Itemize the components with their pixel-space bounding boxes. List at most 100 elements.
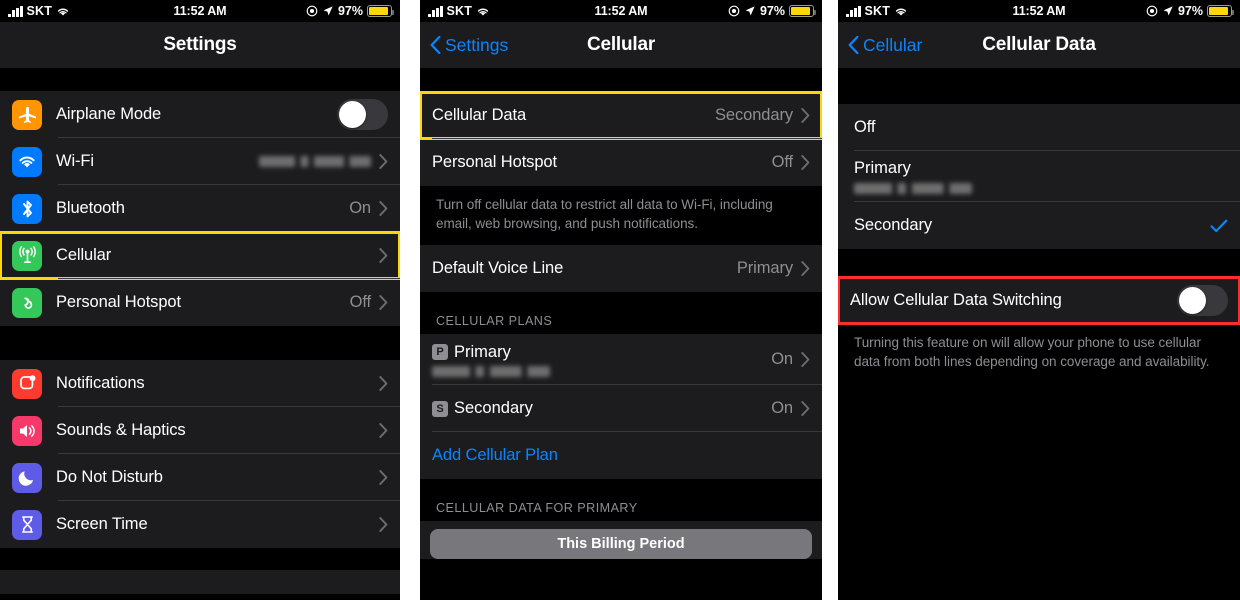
- sidebar-item-label: Cellular: [56, 246, 112, 264]
- sidebar-item-label: Screen Time: [56, 515, 148, 533]
- row-plan-secondary[interactable]: S Secondary On: [420, 385, 822, 433]
- status-bar-right: 97%: [728, 4, 817, 18]
- add-cellular-plan-button[interactable]: Add Cellular Plan: [420, 432, 822, 479]
- wifi-icon: [57, 8, 69, 16]
- plan-badge-secondary-icon: S: [432, 400, 448, 417]
- option-label: Primary: [854, 159, 911, 177]
- airplane-icon: [12, 99, 42, 130]
- row-personal-hotspot[interactable]: Personal Hotspot Off: [420, 139, 822, 186]
- battery-percent: 97%: [337, 4, 363, 18]
- section-header-cellular-data-for-primary: CELLULAR DATA FOR PRIMARY: [420, 479, 822, 522]
- plan-badge-primary-icon: P: [432, 344, 448, 361]
- spacer: [0, 548, 400, 570]
- allow-data-switching-group: Allow Cellular Data Switching: [838, 276, 1240, 325]
- chevron-right-icon: [379, 470, 388, 485]
- settings-group-connectivity: Airplane Mode Wi-Fi Bluetooth On Cellula…: [0, 91, 400, 326]
- sidebar-item-wifi[interactable]: Wi-Fi: [0, 138, 400, 185]
- status-bar-left: SKT: [8, 4, 70, 18]
- sidebar-item-do-not-disturb[interactable]: Do Not Disturb: [0, 454, 400, 501]
- battery-percent: 97%: [759, 4, 785, 18]
- option-primary[interactable]: Primary: [838, 151, 1240, 202]
- add-plan-label: Add Cellular Plan: [432, 446, 558, 465]
- sidebar-item-notifications[interactable]: Notifications: [0, 360, 400, 407]
- battery-icon: [789, 5, 817, 17]
- alarm-icon: [306, 5, 318, 17]
- chevron-right-icon: [379, 201, 388, 216]
- cellular-antenna-icon: [12, 240, 42, 271]
- chevron-right-icon: [801, 352, 810, 368]
- sidebar-item-label: Wi-Fi: [56, 152, 94, 170]
- option-label: Off: [854, 118, 876, 136]
- plan-title-row: S Secondary: [432, 399, 771, 418]
- chevron-right-icon: [379, 248, 388, 263]
- sounds-haptics-icon: [12, 415, 42, 446]
- allow-data-switching-toggle[interactable]: [1177, 285, 1228, 316]
- wifi-icon: [895, 8, 907, 16]
- chevron-right-icon: [801, 108, 810, 123]
- option-secondary[interactable]: Secondary: [838, 202, 1240, 249]
- row-cellular-data[interactable]: Cellular Data Secondary: [420, 91, 822, 140]
- chevron-right-icon: [379, 517, 388, 532]
- location-arrow-icon: [1163, 6, 1173, 16]
- spacer: [838, 249, 1240, 277]
- chevron-right-icon: [379, 295, 388, 310]
- row-default-voice-line[interactable]: Default Voice Line Primary: [420, 245, 822, 292]
- status-bar-right: 97%: [1146, 4, 1235, 18]
- signal-bars-icon: [8, 5, 23, 17]
- wifi-icon: [477, 8, 489, 16]
- row-plan-primary[interactable]: P Primary On: [420, 334, 822, 386]
- navbar-panel1: Settings: [0, 22, 400, 68]
- sidebar-item-label: Sounds & Haptics: [56, 421, 186, 439]
- panel-gap: [400, 0, 420, 600]
- navbar-panel3: Cellular Cellular Data: [838, 22, 1240, 68]
- plan-value: On: [771, 399, 793, 418]
- row-label: Personal Hotspot: [432, 153, 557, 171]
- back-button-label: Settings: [445, 34, 509, 55]
- section-header-cellular-plans: CELLULAR PLANS: [420, 292, 822, 335]
- sidebar-item-personal-hotspot[interactable]: Personal Hotspot Off: [0, 279, 400, 326]
- location-arrow-icon: [323, 6, 333, 16]
- cellular-plans-group: P Primary On S Secondary On Add Cellular…: [420, 334, 822, 480]
- cellular-data-group: Cellular Data Secondary Personal Hotspot…: [420, 91, 822, 186]
- back-button-cellular[interactable]: Cellular: [848, 35, 922, 56]
- airplane-mode-toggle[interactable]: [337, 99, 388, 130]
- switching-footnote: Turning this feature on will allow your …: [838, 324, 1240, 384]
- carrier-name: SKT: [446, 4, 473, 18]
- chevron-right-icon: [801, 401, 810, 417]
- notifications-icon: [12, 368, 42, 399]
- chevron-right-icon: [801, 261, 810, 277]
- cellular-data-options-group: Off Primary Secondary: [838, 104, 1240, 249]
- bluetooth-icon: [12, 193, 42, 224]
- alarm-icon: [1146, 5, 1158, 17]
- sidebar-item-sounds-haptics[interactable]: Sounds & Haptics: [0, 407, 400, 454]
- hotspot-value: Off: [349, 293, 372, 311]
- battery-percent: 97%: [1177, 4, 1203, 18]
- alarm-icon: [728, 5, 740, 17]
- billing-period-segment[interactable]: This Billing Period: [430, 529, 812, 560]
- row-allow-cellular-data-switching[interactable]: Allow Cellular Data Switching: [838, 277, 1240, 324]
- sidebar-item-label: Personal Hotspot: [56, 293, 181, 311]
- carrier-name: SKT: [864, 4, 891, 18]
- spacer: [838, 68, 1240, 104]
- signal-bars-icon: [428, 5, 443, 17]
- chevron-right-icon: [379, 154, 388, 169]
- sidebar-item-cellular[interactable]: Cellular: [0, 231, 400, 280]
- navbar-panel2: Settings Cellular: [420, 22, 822, 68]
- plan-title-row: P Primary: [432, 343, 771, 362]
- status-bar-left: SKT: [846, 4, 908, 18]
- signal-bars-icon: [846, 5, 861, 17]
- panel-gap: [822, 0, 838, 600]
- screen-time-icon: [12, 509, 42, 540]
- option-off[interactable]: Off: [838, 104, 1240, 151]
- option-label: Secondary: [854, 216, 932, 234]
- sidebar-item-screen-time[interactable]: Screen Time: [0, 501, 400, 548]
- chevron-left-icon: [430, 36, 441, 54]
- wifi-icon: [12, 146, 42, 177]
- plan-subtitle-redacted: [432, 365, 550, 377]
- sidebar-item-airplane-mode[interactable]: Airplane Mode: [0, 91, 400, 138]
- sidebar-item-bluetooth[interactable]: Bluetooth On: [0, 185, 400, 232]
- back-button-settings[interactable]: Settings: [430, 35, 508, 56]
- option-subtitle-redacted: [854, 183, 972, 194]
- option-text-column: Primary: [854, 159, 1228, 194]
- chevron-right-icon: [379, 376, 388, 391]
